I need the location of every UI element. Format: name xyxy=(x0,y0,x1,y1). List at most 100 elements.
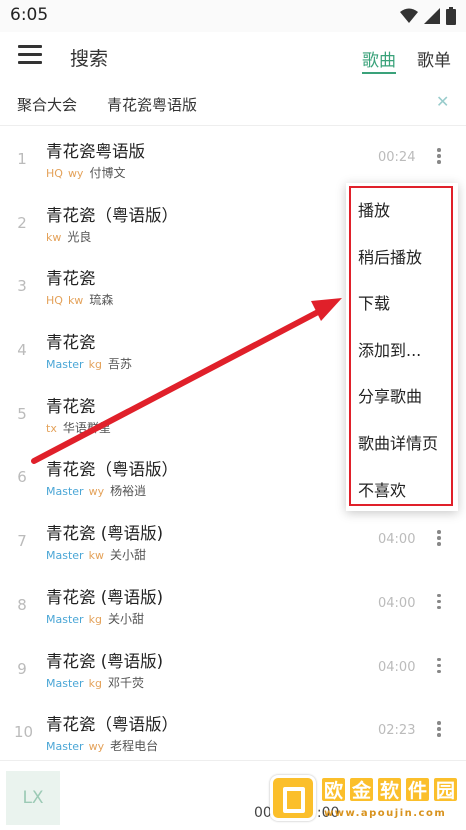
song-title: 青花瓷（粤语版） xyxy=(46,460,178,480)
watermark-url: www.apoujin.com xyxy=(324,808,447,819)
song-row[interactable]: 10 青花瓷（粤语版） Master wy 老程电台 02:23 xyxy=(0,699,466,763)
watermark-logo-icon xyxy=(270,775,316,821)
hamburger-menu-icon[interactable] xyxy=(18,45,42,69)
watermark: 欧 金 软 件 园 www.apoujin.com xyxy=(270,772,462,826)
song-meta: Master kw 关小甜 xyxy=(46,546,146,563)
watermark-char: 件 xyxy=(404,776,431,803)
song-meta: Master wy 杨裕逍 xyxy=(46,482,146,499)
tab-songs[interactable]: 歌曲 xyxy=(362,46,396,71)
battery-icon xyxy=(446,7,456,25)
status-bar: 6:05 xyxy=(0,0,466,32)
app-bar: 搜索 歌曲 歌单 xyxy=(0,32,466,82)
menu-item-dislike[interactable]: 不喜欢 xyxy=(358,477,406,501)
search-query[interactable]: 青花瓷粤语版 xyxy=(107,94,197,115)
source-badge: wy xyxy=(88,485,105,499)
song-artist: 华语群星 xyxy=(62,420,111,435)
song-title: 青花瓷粤语版 xyxy=(46,142,145,161)
song-duration: 04:00 xyxy=(378,595,416,611)
source-selector[interactable]: 聚合大会 xyxy=(17,94,77,115)
quality-badge: Master xyxy=(46,612,84,626)
song-row[interactable]: 1 青花瓷粤语版 HQ wy 付博文 00:24 xyxy=(0,126,466,190)
source-badge: kw xyxy=(67,294,84,308)
song-artist: 邓千荧 xyxy=(107,675,144,690)
song-index: 7 xyxy=(17,532,27,551)
song-title: 青花瓷（粤语版） xyxy=(46,205,178,225)
song-title: 青花瓷（粤语版） xyxy=(46,715,178,735)
song-row[interactable]: 9 青花瓷 (粤语版) Master kg 邓千荧 04:00 xyxy=(0,636,466,700)
wifi-icon xyxy=(400,8,418,23)
song-artist: 吾苏 xyxy=(107,357,132,372)
album-cover[interactable]: LX xyxy=(6,771,60,825)
song-meta: kw 光良 xyxy=(46,228,91,245)
source-badge: kw xyxy=(88,549,104,563)
song-meta: Master kg 邓千荧 xyxy=(46,674,144,691)
tab-active-indicator xyxy=(362,72,396,74)
watermark-char: 金 xyxy=(348,776,375,803)
menu-item-song-details[interactable]: 歌曲详情页 xyxy=(358,430,438,454)
song-title: 青花瓷 xyxy=(46,396,96,416)
quality-badge: HQ xyxy=(46,167,63,180)
song-index: 9 xyxy=(17,659,27,678)
song-row[interactable]: 7 青花瓷 (粤语版) Master kw 关小甜 04:00 xyxy=(0,508,466,572)
song-index: 5 xyxy=(17,404,27,423)
quality-badge: Master xyxy=(46,549,84,563)
page-title: 搜索 xyxy=(70,48,109,70)
song-meta: Master kg 关小甜 xyxy=(46,610,144,627)
song-artist: 付博文 xyxy=(89,166,126,180)
status-icons xyxy=(400,7,456,25)
song-duration: 04:00 xyxy=(378,659,416,675)
song-index: 10 xyxy=(14,723,34,742)
quality-badge: HQ xyxy=(46,294,63,308)
song-duration: 00:24 xyxy=(378,150,416,165)
signal-icon xyxy=(424,8,440,24)
song-index: 8 xyxy=(17,595,27,614)
song-row[interactable]: 8 青花瓷 (粤语版) Master kg 关小甜 04:00 xyxy=(0,572,466,636)
menu-item-share[interactable]: 分享歌曲 xyxy=(358,383,422,407)
tab-playlists[interactable]: 歌单 xyxy=(417,46,451,71)
menu-item-download[interactable]: 下载 xyxy=(358,290,390,314)
watermark-char: 园 xyxy=(432,776,459,803)
watermark-title: 欧 金 软 件 园 xyxy=(320,776,459,803)
source-badge: kg xyxy=(88,612,102,626)
song-duration: 04:00 xyxy=(378,532,416,548)
menu-item-play-later[interactable]: 稍后播放 xyxy=(358,244,422,268)
more-options-icon[interactable] xyxy=(435,593,443,614)
quality-badge: Master xyxy=(46,676,84,690)
song-artist: 关小甜 xyxy=(107,611,144,626)
song-meta: HQ kw 琉森 xyxy=(46,291,113,308)
source-badge: kw xyxy=(46,230,62,244)
song-meta: Master kg 吾苏 xyxy=(46,355,132,372)
context-menu: 播放 稍后播放 下载 添加到... 分享歌曲 歌曲详情页 不喜欢 xyxy=(346,183,458,511)
watermark-char: 软 xyxy=(376,776,403,803)
menu-item-play[interactable]: 播放 xyxy=(358,197,390,221)
song-title: 青花瓷 (粤语版) xyxy=(46,651,164,671)
song-artist: 杨裕逍 xyxy=(110,484,147,499)
song-title: 青花瓷 xyxy=(46,269,96,289)
song-artist: 老程电台 xyxy=(110,739,159,754)
more-options-icon[interactable] xyxy=(435,657,443,678)
song-meta: Master wy 老程电台 xyxy=(46,737,158,754)
more-options-icon[interactable] xyxy=(435,148,443,168)
song-index: 2 xyxy=(17,213,27,232)
song-index: 6 xyxy=(17,468,27,487)
quality-badge: Master xyxy=(46,740,84,754)
song-meta: HQ wy 付博文 xyxy=(46,164,125,181)
quality-badge: Master xyxy=(46,485,84,499)
watermark-char: 欧 xyxy=(320,776,347,803)
source-badge: wy xyxy=(67,167,84,180)
song-artist: 关小甜 xyxy=(109,548,146,563)
song-artist: 光良 xyxy=(67,229,92,244)
more-options-icon[interactable] xyxy=(435,721,443,741)
menu-item-add-to[interactable]: 添加到... xyxy=(358,337,421,361)
source-badge: kg xyxy=(88,676,102,690)
clear-icon[interactable]: ✕ xyxy=(436,92,449,111)
source-badge: kg xyxy=(88,358,102,372)
more-options-icon[interactable] xyxy=(435,530,443,550)
quality-badge: Master xyxy=(46,358,84,372)
song-title: 青花瓷 xyxy=(46,333,96,353)
status-time: 6:05 xyxy=(10,5,49,25)
song-meta: tx 华语群星 xyxy=(46,419,111,436)
song-artist: 琉森 xyxy=(89,293,114,308)
source-badge: wy xyxy=(88,740,105,754)
search-row: 聚合大会 青花瓷粤语版 ✕ xyxy=(0,82,466,126)
